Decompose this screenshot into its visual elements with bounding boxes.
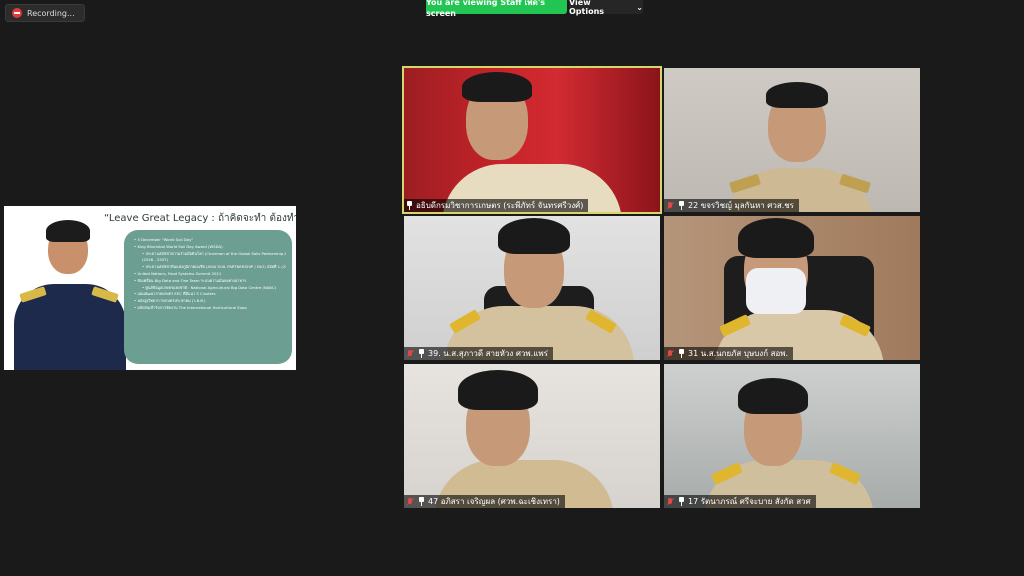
slide-bullet-panel: • 5 December "World Soil Day" • King Bhu…: [124, 230, 292, 364]
recording-indicator[interactable]: Recording...: [5, 4, 85, 22]
chevron-down-icon: ⌄: [636, 2, 643, 12]
muted-mic-icon: [666, 349, 675, 358]
slide-bullet: • ศูนย์ข้อมูลเกษตรแห่งชาติ : National Ag…: [142, 284, 276, 290]
participant-name: อธิบดีกรมวิชาการเกษตร (ระพีภัทร์ จันทรศร…: [416, 201, 584, 210]
participant-tile[interactable]: 17 รัตนาภรณ์ ศรีจะบาย สังกัด สวศ: [664, 364, 920, 508]
shared-screen: “Leave Great Legacy : ถ้าคิดจะทำ ต้องทำใ…: [4, 206, 296, 370]
slide-portrait: [10, 220, 130, 370]
muted-mic-icon: [666, 497, 675, 506]
participant-tile[interactable]: อธิบดีกรมวิชาการเกษตร (ระพีภัทร์ จันทรศร…: [402, 66, 662, 214]
participant-name-tag: 39. น.ส.สุภาวดี สายหัวง ศวพ.แพร่: [404, 347, 553, 360]
record-icon: [12, 8, 22, 18]
participant-name-tag: 31 น.ส.นกยภัส บุษบงก์ สอพ.: [664, 347, 794, 360]
pin-icon: [678, 497, 685, 506]
slide-bullet: • แผนพัฒนาภาคเกษตร EEC ที่มีแนว 5 Cluste…: [134, 291, 216, 297]
participant-name-tag: 47 อภิสรา เจริญผล (ศวพ.ฉะเชิงเทรา): [404, 495, 565, 508]
pin-icon: [406, 201, 413, 210]
participant-name: 39. น.ส.สุภาวดี สายหัวง ศวพ.แพร่: [428, 349, 548, 358]
slide-bullet: • ขับเคลื่อน Big Data and One Team ระบบค…: [134, 277, 247, 283]
muted-mic-icon: [406, 349, 415, 358]
participant-name-tag: อธิบดีกรมวิชาการเกษตร (ระพีภัทร์ จันทรศร…: [404, 199, 589, 212]
participant-name: 22 ขจรวิชญ์ มุลกันหา ศวส.ชร: [688, 201, 794, 210]
slide-bullet: • United Nations, Food Systems Summit 20…: [134, 270, 222, 276]
muted-mic-icon: [666, 201, 675, 210]
participant-name: 31 น.ส.นกยภัส บุษบงก์ สอพ.: [688, 349, 789, 358]
participant-tile[interactable]: 22 ขจรวิชญ์ มุลกันหา ศวส.ชร: [664, 68, 920, 212]
slide-bullet: • ประธานสมัชชาดินแห่งภูมิภาคเอเชีย (ASIA…: [142, 264, 286, 270]
view-options-button[interactable]: View Options ⌄: [569, 0, 643, 16]
muted-mic-icon: [406, 497, 415, 506]
pin-icon: [418, 497, 425, 506]
slide-bullet: • ผลักดันเข้ารับการจัดงาน The Internatio…: [134, 304, 247, 310]
slide-bullet: (2556 - 2557): [142, 257, 169, 263]
pin-icon: [678, 201, 685, 210]
participant-name: 17 รัตนาภรณ์ ศรีจะบาย สังกัด สวศ: [688, 497, 811, 506]
participant-tile[interactable]: 39. น.ส.สุภาวดี สายหัวง ศวพ.แพร่: [404, 216, 660, 360]
pin-icon: [678, 349, 685, 358]
slide-title: “Leave Great Legacy : ถ้าคิดจะทำ ต้องทำใ…: [104, 213, 296, 224]
participant-name: 47 อภิสรา เจริญผล (ศวพ.ฉะเชิงเทรา): [428, 497, 560, 506]
participant-tile[interactable]: 47 อภิสรา เจริญผล (ศวพ.ฉะเชิงเทรา): [404, 364, 660, 508]
viewing-screen-banner: You are viewing Staff เพ็ด's screen: [426, 0, 567, 18]
slide-bullet: • King Bhumibol World Soil Day Award (WS…: [134, 243, 223, 249]
recording-label: Recording...: [27, 8, 75, 18]
participant-tile[interactable]: 31 น.ส.นกยภัส บุษบงก์ สอพ.: [664, 216, 920, 360]
viewing-screen-label: You are viewing Staff เพ็ด's screen: [426, 0, 545, 18]
pin-icon: [418, 349, 425, 358]
participant-name-tag: 17 รัตนาภรณ์ ศรีจะบาย สังกัด สวศ: [664, 495, 816, 508]
slide-bullet: • ประธานสมัชชาความร่วมมือดินโลก (Chairma…: [142, 250, 286, 256]
slide-bullet: • 5 December "World Soil Day": [134, 237, 194, 242]
participant-name-tag: 22 ขจรวิชญ์ มุลกันหา ศวส.ชร: [664, 199, 799, 212]
view-options-label: View Options: [569, 0, 605, 16]
slide-bullet: • พลังสูงวิทยาการเกษตรประชาคม (ว.ค.ศ.): [134, 298, 206, 304]
